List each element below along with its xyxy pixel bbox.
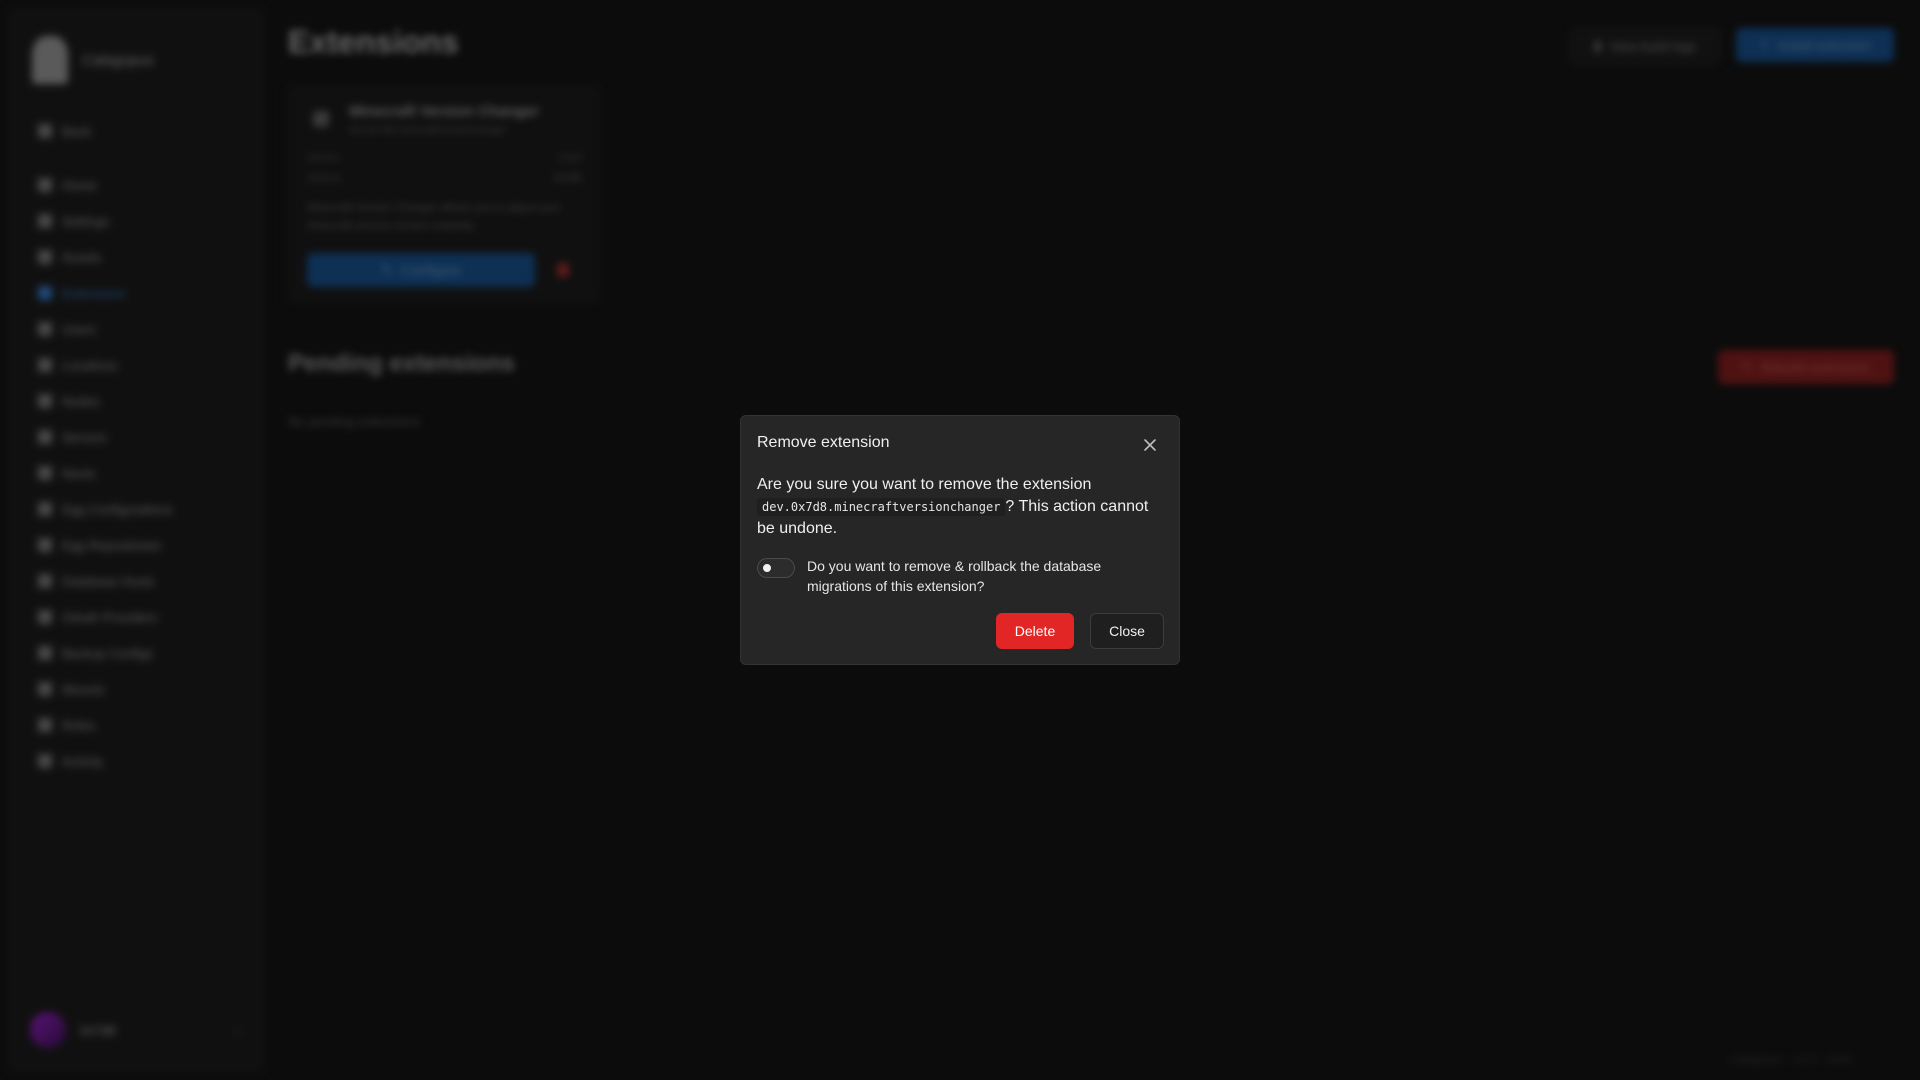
close-button[interactable]: Close — [1090, 613, 1164, 649]
rollback-migrations-toggle[interactable] — [757, 558, 795, 578]
modal-message-prefix: Are you sure you want to remove the exte… — [757, 476, 1092, 493]
modal-message: Are you sure you want to remove the exte… — [757, 474, 1165, 540]
rollback-migrations-label: Do you want to remove & rollback the dat… — [807, 558, 1102, 594]
delete-button[interactable]: Delete — [996, 613, 1074, 649]
remove-extension-modal: Remove extension Are you sure you want t… — [740, 415, 1180, 665]
toggle-knob — [761, 562, 773, 574]
modal-title: Remove extension — [757, 434, 890, 451]
extension-id-code: dev.0x7d8.minecraftversionchanger — [757, 498, 1006, 516]
close-icon[interactable] — [1141, 436, 1159, 454]
